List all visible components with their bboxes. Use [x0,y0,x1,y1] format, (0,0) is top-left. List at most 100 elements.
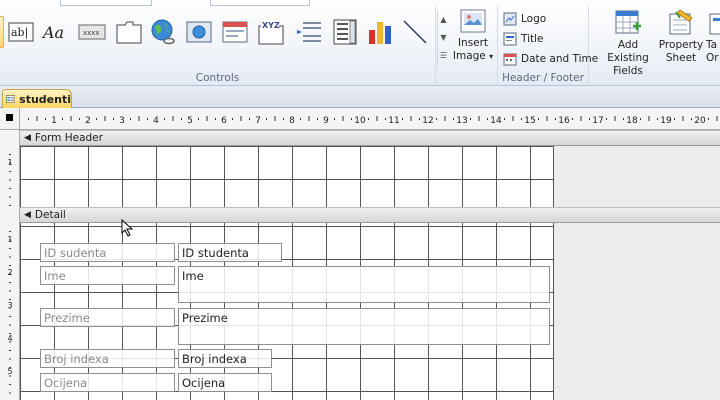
ruler-number: 1 [7,235,12,244]
logo-button[interactable]: Logo [503,10,546,28]
ruler-tick [104,116,106,121]
textbox-ocijena[interactable]: Ocijena [178,373,272,392]
ruler-tick [70,116,72,121]
ruler-tick [9,282,11,283]
navigation-icon [222,21,248,43]
ruler-number: 9 [323,116,329,126]
ruler-tick [478,116,480,121]
ruler-tick [9,196,11,198]
vertical-ruler[interactable]: 1 1 2 3 4 5 [0,130,20,400]
combo-icon-text: XYZ [262,21,280,30]
ruler-tick [181,118,182,120]
ruler-tick [436,118,437,120]
ruler-tick [512,116,514,121]
add-existing-fields-button[interactable]: Add Existing Fields [597,8,659,78]
ruler-tick [266,118,267,120]
ruler-tick [283,118,284,120]
hyperlink-control-button[interactable] [148,16,178,48]
controls-group: ab| Aa xxxx XYZ Controls [0,6,436,86]
ruler-tick [682,116,684,121]
chart-control-button[interactable] [366,16,396,48]
select-tool[interactable] [0,16,4,48]
ruler-tick [232,118,233,120]
form-selector[interactable] [0,108,20,130]
section-collapse-icon: ◀ [24,210,31,220]
title-button[interactable]: Title [503,30,544,48]
web-browser-control-button[interactable] [184,16,214,48]
ruler-tick [274,116,276,121]
ruler-tick [62,118,63,120]
ruler-tick [206,116,208,121]
ruler-tick [9,290,11,292]
add-existing-label-1: Add Existing [607,39,649,64]
navigation-control-button[interactable] [220,16,250,48]
ruler-tick [9,384,11,385]
ruler-number: 5 [7,367,12,376]
option-group-control-button[interactable]: XYZ [256,16,286,48]
field-label-ocijena[interactable]: Ocijena [40,373,175,392]
ruler-number: 19 [660,116,672,126]
textbox-prezime[interactable]: Prezime [178,308,550,345]
ruler-tick [444,116,446,121]
controls-gallery-scroller[interactable]: ▲ ▼ ☰ [437,10,449,66]
insert-image-button[interactable]: Insert Image ▾ [451,8,495,63]
combo-box-control-button[interactable] [330,16,360,48]
gallery-up-icon[interactable]: ▲ [438,10,449,28]
ruler-tick [9,179,11,181]
tab-control-button[interactable] [114,16,144,48]
ruler-tick [9,299,11,300]
form-header-section-bar[interactable]: ◀ Form Header [20,130,720,146]
textbox-id-studenta[interactable]: ID studenta [178,243,282,262]
ruler-tick [708,118,709,120]
property-sheet-label-2: Sheet [665,52,697,64]
ruler-number: 2 [85,116,91,126]
ruler-tick [648,116,650,121]
horizontal-ruler[interactable]: 1 2 3 4 5 6 7 8 9 10 11 12 13 14 15 16 17 18 19 20 [20,108,720,130]
ruler-tick [147,118,148,120]
field-label-ime[interactable]: Ime [40,266,175,285]
field-label-prezime[interactable]: Prezime [40,308,175,327]
button-icon-text: xxxx [83,29,100,37]
ruler-tick [640,118,641,120]
document-tab-studenti[interactable]: studenti [2,89,72,108]
textbox-icon: ab| [8,22,34,42]
page-break-control-button[interactable] [294,16,324,48]
chevron-down-icon: ▾ [489,52,494,61]
gallery-down-icon[interactable]: ▼ [438,28,449,46]
logo-icon [503,12,517,26]
gallery-more-icon[interactable]: ☰ [438,46,449,64]
insert-image-icon [460,9,486,33]
page-break-icon [297,22,321,42]
calendar-icon [503,53,517,66]
ruler-tick [555,118,556,120]
form-header-grid[interactable] [20,146,554,207]
ruler-tick [9,265,11,266]
date-time-label: Date and Time [521,53,599,65]
textbox-broj-indexa[interactable]: Broj indexa [178,349,272,368]
textbox-ime[interactable]: Ime [178,266,550,303]
title-icon [503,32,517,46]
detail-label: Detail [34,209,66,221]
tab-order-label-1: Ta [706,39,718,51]
field-label-broj-indexa[interactable]: Broj indexa [40,349,175,368]
ruler-tick [623,118,624,120]
button-control-button[interactable]: xxxx [77,16,107,48]
tab-order-button[interactable]: Ta Or [706,8,720,65]
label-control-button[interactable]: Aa [40,16,70,48]
ruler-tick [28,118,29,120]
ruler-tick [351,118,352,120]
list-box-icon [333,19,357,45]
ruler-tick [198,118,199,120]
ruler-number: 17 [592,116,603,126]
title-label: Title [521,33,544,45]
globe-link-icon [151,19,175,45]
ruler-number: 1 [51,116,57,126]
property-sheet-button[interactable]: Property Sheet [659,8,703,65]
line-control-button[interactable] [400,16,430,48]
ruler-number: 5 [187,116,193,126]
date-time-button[interactable]: Date and Time [503,50,598,68]
label-icon-text: Aa [41,23,64,42]
field-label-id[interactable]: ID sudenta [40,243,175,262]
ruler-tick [521,118,522,120]
textbox-control-button[interactable]: ab| [6,16,36,48]
